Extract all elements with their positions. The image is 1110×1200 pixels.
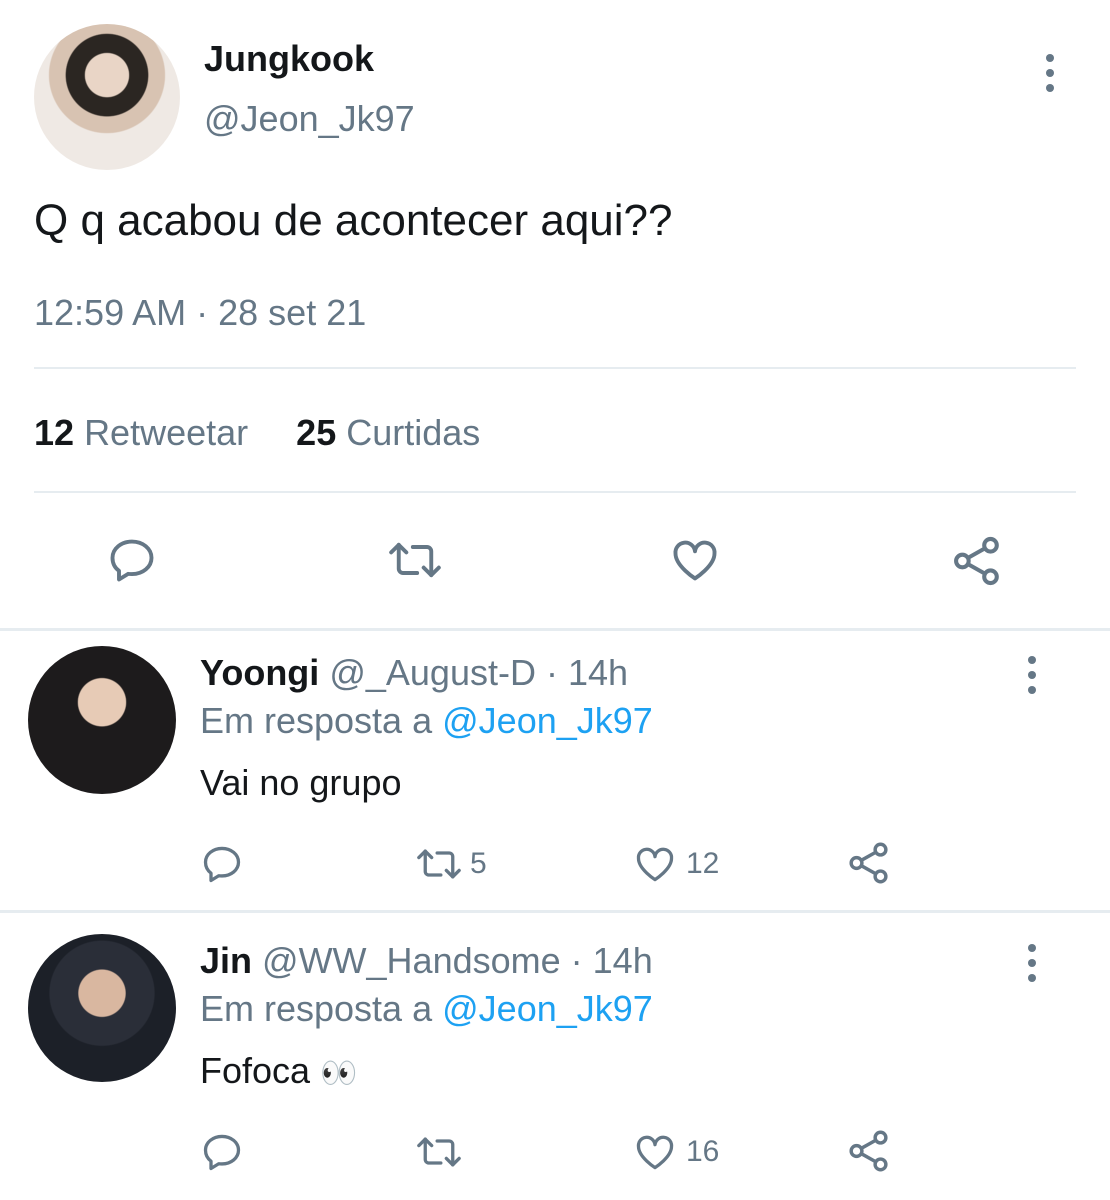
reply-header: Jin @WW_Handsome · 14h (200, 940, 653, 982)
more-options-icon[interactable] (1028, 656, 1036, 701)
like-button[interactable]: 16 (632, 1130, 719, 1174)
share-icon (849, 1130, 888, 1172)
reply-author-handle[interactable]: @_August-D (329, 652, 536, 693)
like-icon (636, 847, 674, 882)
reply-context-label: Em resposta a (200, 700, 433, 741)
retweets-count: 12 (34, 412, 75, 453)
reply-to-link[interactable]: @Jeon_Jk97 (442, 700, 653, 741)
like-icon (673, 540, 717, 581)
share-button[interactable] (846, 1128, 892, 1174)
likes-count: 25 (296, 412, 337, 453)
retweet-icon (417, 1137, 461, 1167)
section-divider (0, 910, 1110, 913)
reply-context: Em resposta a @Jeon_Jk97 (200, 988, 653, 1030)
more-options-icon[interactable] (1046, 54, 1054, 99)
reply-time: · 14h (570, 940, 653, 981)
likes-label: Curtidas (346, 412, 481, 453)
tweet-text: Q q acabou de acontecer aqui?? (34, 196, 673, 245)
reply-author-name[interactable]: Yoongi (200, 652, 319, 693)
reply-avatar[interactable] (28, 646, 176, 794)
section-divider (0, 628, 1110, 631)
more-options-icon[interactable] (1028, 944, 1036, 989)
separator-dot: · (196, 292, 209, 333)
reply-context-label: Em resposta a (200, 988, 433, 1029)
reply-author-handle[interactable]: @WW_Handsome (262, 940, 561, 981)
reply-time: · 14h (545, 652, 629, 693)
reply-avatar[interactable] (28, 934, 176, 1082)
tweet-stats: 12 Retweetar 25 Curtidas (34, 412, 480, 454)
share-icon (849, 842, 888, 884)
retweet-button[interactable]: 5 (414, 842, 487, 886)
like-count: 12 (686, 847, 720, 880)
reply-icon (203, 846, 241, 883)
reply-button[interactable] (200, 842, 244, 886)
retweet-icon (417, 849, 461, 879)
reply-header: Yoongi @_August-D · 14h (200, 652, 628, 694)
reply-author-name[interactable]: Jin (200, 940, 252, 981)
retweets-stat[interactable]: 12 Retweetar (34, 412, 258, 453)
tweet-timestamp: 12:59 AM · 28 set 21 (34, 292, 366, 334)
retweet-button[interactable] (386, 534, 444, 586)
reply-button[interactable] (106, 534, 158, 586)
reply-text-row: Fofoca 👀 (200, 1050, 357, 1092)
likes-stat[interactable]: 25 Curtidas (296, 412, 480, 453)
reply-button[interactable] (200, 1130, 244, 1174)
author-name[interactable]: Jungkook (204, 38, 374, 80)
share-button[interactable] (950, 534, 1004, 588)
like-button[interactable] (668, 534, 722, 586)
reply-text: Fofoca (200, 1050, 311, 1091)
author-handle[interactable]: @Jeon_Jk97 (204, 98, 415, 140)
share-icon (954, 536, 999, 586)
retweet-icon (389, 542, 441, 578)
share-button[interactable] (846, 840, 892, 886)
divider (34, 367, 1076, 369)
reply-text: Vai no grupo (200, 762, 402, 803)
author-avatar[interactable] (34, 24, 180, 170)
divider (34, 491, 1076, 493)
reply-to-link[interactable]: @Jeon_Jk97 (442, 988, 653, 1029)
like-button[interactable]: 12 (632, 842, 719, 886)
retweet-button[interactable] (414, 1130, 464, 1174)
retweets-label: Retweetar (84, 412, 249, 453)
tweet-date: 28 set 21 (218, 292, 367, 333)
reply-icon (203, 1134, 241, 1171)
like-count: 16 (686, 1135, 720, 1168)
like-icon (636, 1135, 674, 1170)
eyes-emoji: 👀 (320, 1057, 358, 1090)
reply-icon (110, 539, 154, 582)
reply-context: Em resposta a @Jeon_Jk97 (200, 700, 653, 742)
retweet-count: 5 (470, 847, 487, 880)
tweet-time: 12:59 AM (34, 292, 187, 333)
